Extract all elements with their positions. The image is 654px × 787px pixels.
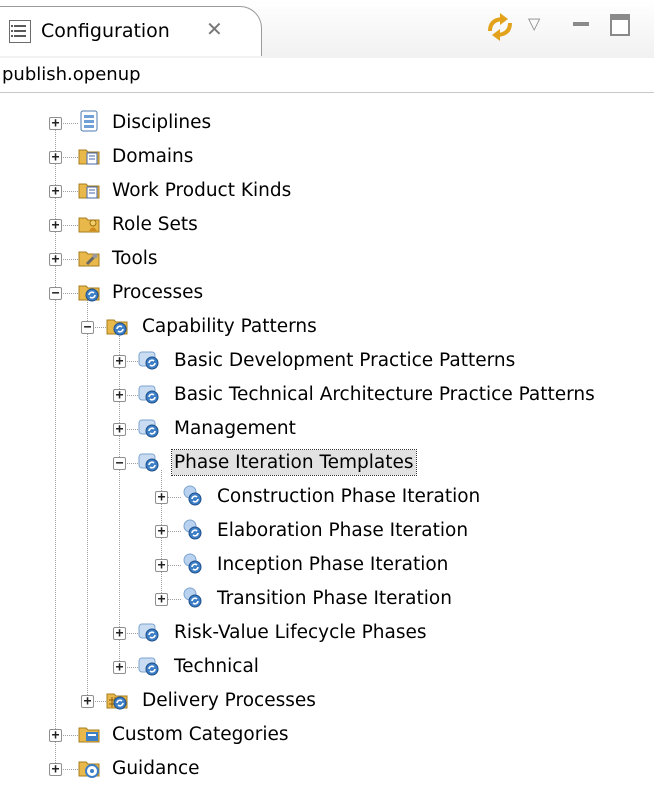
tree-item-label[interactable]: Guidance (110, 756, 202, 781)
expand-icon[interactable]: + (155, 491, 168, 504)
capability-pattern-icon (138, 654, 160, 676)
tree-item[interactable]: + Delivery Processes (0, 684, 654, 718)
collapse-icon[interactable]: − (113, 457, 126, 470)
tree-item[interactable]: + Inception Phase Iteration (0, 548, 654, 582)
expand-icon[interactable]: + (49, 763, 62, 776)
tree-item[interactable]: − Capability Patterns (0, 310, 654, 344)
tree-item-label[interactable]: Transition Phase Iteration (215, 586, 454, 611)
tree-item[interactable]: + Risk-Value Lifecycle Phases (0, 616, 654, 650)
tree-item-label[interactable]: Domains (110, 144, 195, 169)
configuration-tree[interactable]: + Disciplines + Domains + Work Product Kinds +… (0, 93, 654, 787)
synchronize-icon[interactable] (484, 11, 516, 43)
expand-icon[interactable]: + (155, 559, 168, 572)
maximize-icon[interactable] (610, 14, 630, 36)
expand-icon[interactable]: + (113, 389, 126, 402)
tree-item-label[interactable]: Risk-Value Lifecycle Phases (172, 620, 429, 645)
expand-icon[interactable]: + (49, 253, 62, 266)
tree-item-label[interactable]: Custom Categories (110, 722, 290, 747)
tree-item-label[interactable]: Disciplines (110, 110, 213, 135)
capability-pattern-icon (138, 416, 160, 438)
tree-item[interactable]: + Elaboration Phase Iteration (0, 514, 654, 548)
capability-pattern-item-icon (181, 518, 203, 540)
delivery-processes-folder-icon (106, 688, 128, 710)
tree-item[interactable]: + Custom Categories (0, 718, 654, 752)
guidance-icon (78, 756, 100, 778)
view-tab-bar: Configuration ✕ ▽ (0, 0, 654, 58)
tree-item-label[interactable]: Basic Development Practice Patterns (172, 348, 517, 373)
tree-item[interactable]: + Basic Technical Architecture Practice P… (0, 378, 654, 412)
capability-pattern-icon (138, 450, 160, 472)
view-menu-icon[interactable]: ▽ (528, 14, 540, 33)
expand-icon[interactable]: + (49, 219, 62, 232)
domains-icon (78, 144, 100, 166)
tree-item-label[interactable]: Tools (110, 246, 160, 271)
expand-icon[interactable]: + (113, 423, 126, 436)
tab-title: Configuration (41, 20, 170, 42)
expand-icon[interactable]: + (113, 627, 126, 640)
expand-icon[interactable]: + (113, 355, 126, 368)
configuration-view-icon (9, 20, 31, 43)
tree-item-label[interactable]: Elaboration Phase Iteration (215, 518, 470, 543)
work-product-kinds-icon (78, 178, 100, 200)
tree-item[interactable]: + Guidance (0, 752, 654, 786)
configuration-name: publish.openup (2, 64, 141, 85)
tree-item-label[interactable]: Processes (110, 280, 205, 305)
tree-item[interactable]: + Domains (0, 140, 654, 174)
tree-item[interactable]: + Construction Phase Iteration (0, 480, 654, 514)
tree-item-label[interactable]: Management (172, 416, 298, 441)
tree-item[interactable]: − Processes (0, 276, 654, 310)
tree-item[interactable]: + Disciplines (0, 106, 654, 140)
tree-item[interactable]: + Tools (0, 242, 654, 276)
collapse-icon[interactable]: − (49, 287, 62, 300)
tree-item-label[interactable]: Capability Patterns (140, 314, 319, 339)
tree-item-label[interactable]: Inception Phase Iteration (215, 552, 450, 577)
tree-item-label[interactable]: Technical (172, 654, 261, 679)
tree-item[interactable]: + Transition Phase Iteration (0, 582, 654, 616)
expand-icon[interactable]: + (49, 185, 62, 198)
capability-patterns-folder-icon (106, 314, 128, 336)
expand-icon[interactable]: + (49, 729, 62, 742)
tree-item[interactable]: + Basic Development Practice Patterns (0, 344, 654, 378)
tree-item-label[interactable]: Work Product Kinds (110, 178, 293, 203)
minimize-icon[interactable] (573, 22, 589, 26)
expand-icon[interactable]: + (155, 593, 168, 606)
tree-item-label[interactable]: Role Sets (110, 212, 200, 237)
tree-item-label[interactable]: Phase Iteration Templates (171, 449, 417, 476)
capability-pattern-icon (138, 382, 160, 404)
disciplines-icon (78, 110, 100, 132)
tree-item[interactable]: + Role Sets (0, 208, 654, 242)
tree-item[interactable]: + Technical (0, 650, 654, 684)
capability-pattern-icon (138, 348, 160, 370)
role-sets-icon (78, 212, 100, 234)
tree-item-label[interactable]: Construction Phase Iteration (215, 484, 482, 509)
collapse-icon[interactable]: − (81, 321, 94, 334)
capability-pattern-item-icon (181, 586, 203, 608)
tools-icon (78, 246, 100, 268)
close-icon[interactable]: ✕ (206, 17, 223, 41)
expand-icon[interactable]: + (113, 661, 126, 674)
tree-item-label[interactable]: Basic Technical Architecture Practice Pa… (172, 382, 597, 407)
processes-icon (78, 280, 100, 302)
expand-icon[interactable]: + (49, 117, 62, 130)
tree-item[interactable]: + Management (0, 412, 654, 446)
tree-item[interactable]: + Work Product Kinds (0, 174, 654, 208)
configuration-view: Configuration ✕ ▽ publish.openup + Discip… (0, 0, 654, 787)
expand-icon[interactable]: + (49, 151, 62, 164)
expand-icon[interactable]: + (155, 525, 168, 538)
tree-item-label[interactable]: Delivery Processes (140, 688, 318, 713)
capability-pattern-icon (138, 620, 160, 642)
expand-icon[interactable]: + (81, 695, 94, 708)
capability-pattern-item-icon (181, 484, 203, 506)
capability-pattern-item-icon (181, 552, 203, 574)
custom-categories-icon (78, 722, 100, 744)
tab-configuration[interactable]: Configuration ✕ (0, 6, 262, 56)
tree-item[interactable]: − Phase Iteration Templates (0, 446, 654, 480)
